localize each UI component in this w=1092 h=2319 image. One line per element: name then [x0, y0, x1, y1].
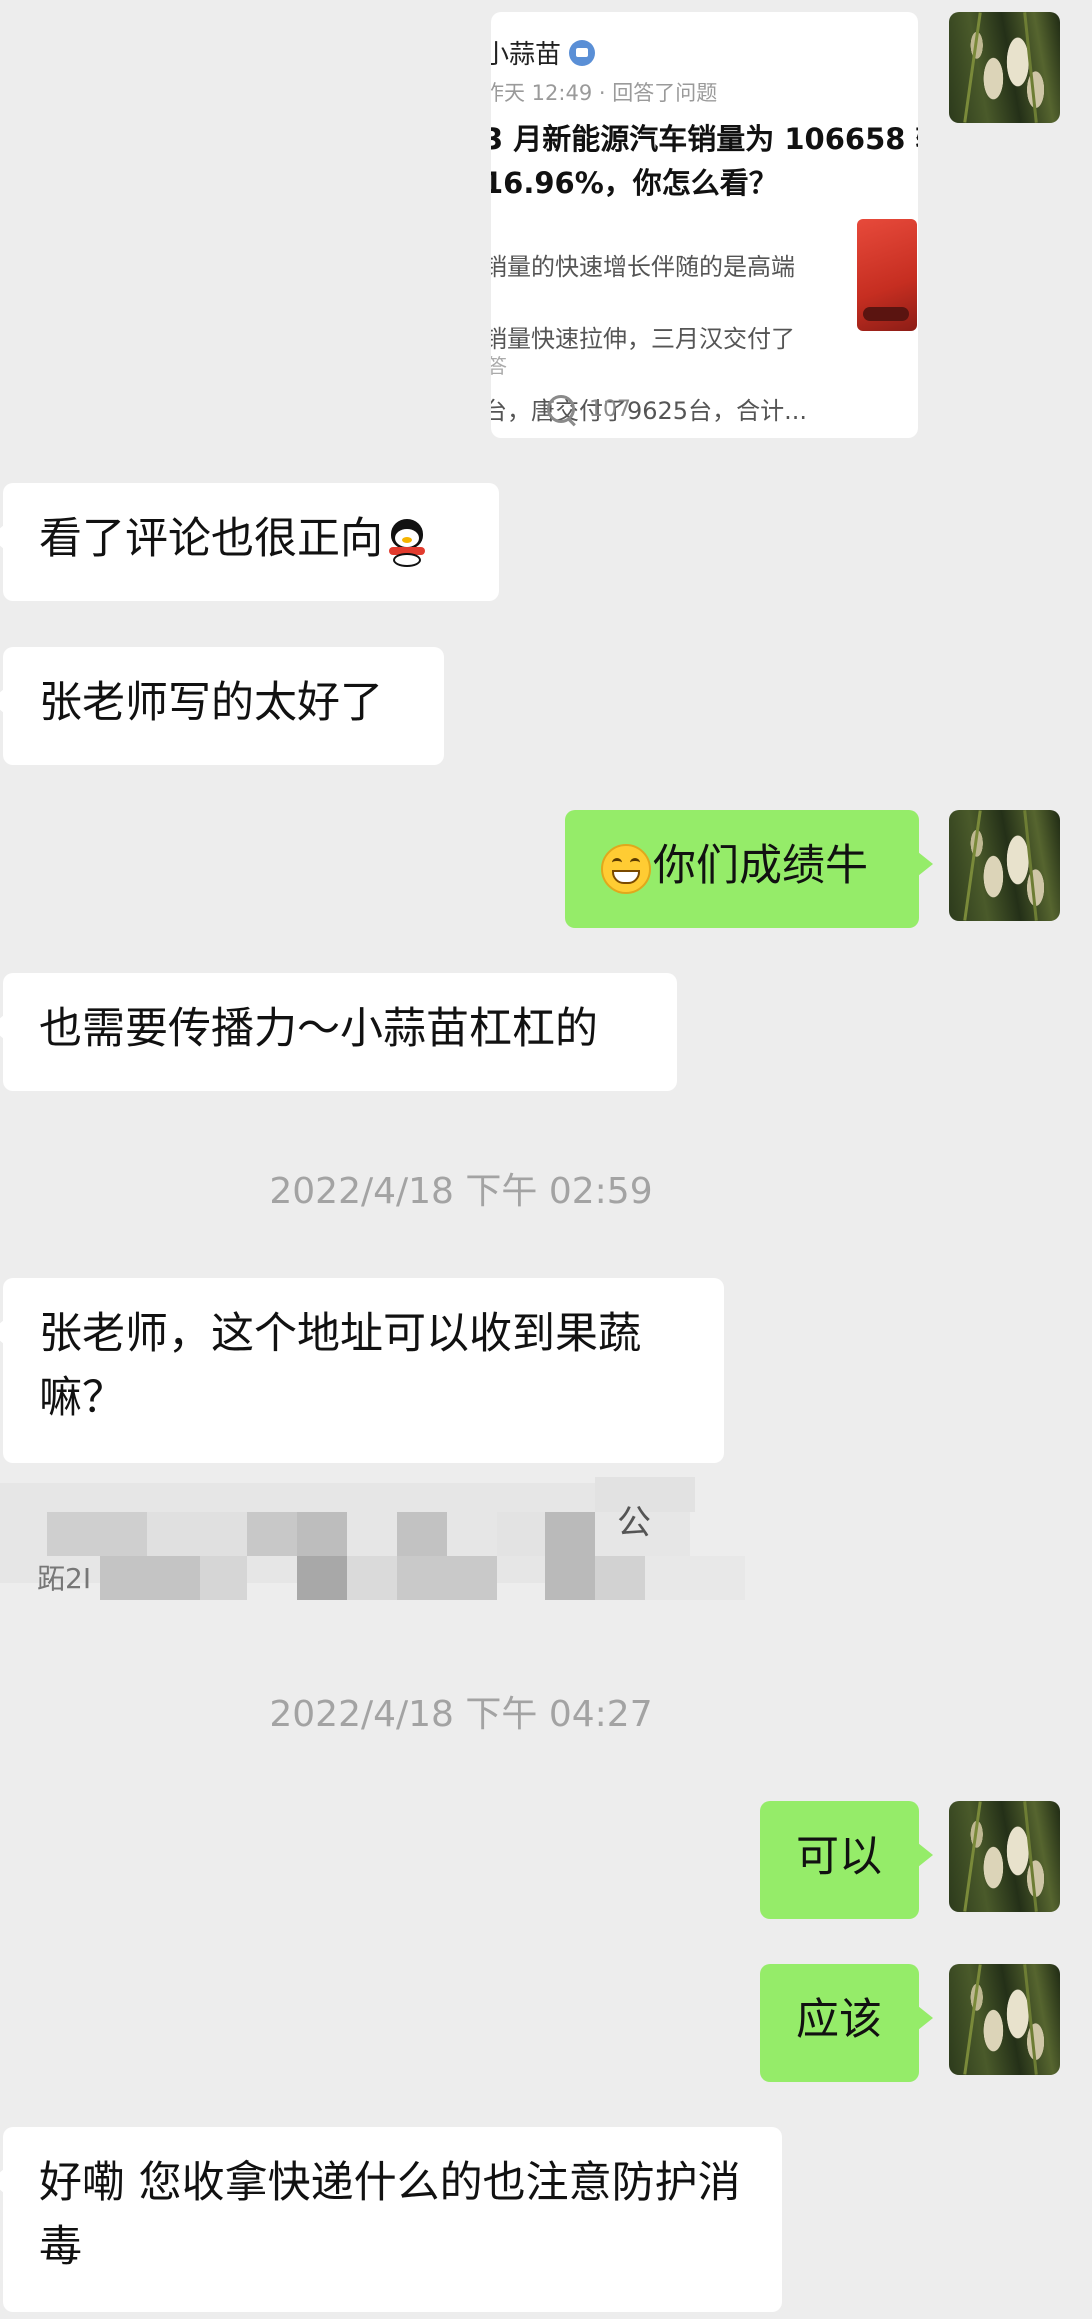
comment-icon: [547, 395, 575, 423]
pixelated-text: 跖2Ⅰ: [37, 1562, 92, 1595]
timestamp: 2022/4/18 下午 02:59: [269, 1171, 653, 1212]
pixelated-text: 公: [617, 1503, 651, 1543]
message-text: 你们成绩牛: [653, 841, 868, 891]
verified-icon: [569, 39, 596, 66]
message-bubble-received[interactable]: 看了评论也很正向: [0, 483, 499, 601]
message-text: 张老师，这个地址可以收到果蔬嘛？: [39, 1309, 641, 1423]
message-bubble-received[interactable]: 张老师，这个地址可以收到果蔬嘛？: [0, 1278, 724, 1463]
avatar[interactable]: [949, 1801, 1060, 1912]
timestamp: 2022/4/18 下午 04:27: [269, 1694, 653, 1735]
comment-count: 107: [589, 396, 631, 422]
card-meta: 昨天 12:49 · 回答了问题: [491, 81, 718, 105]
card-comment-count: 107: [547, 395, 631, 423]
message-bubble-sent[interactable]: 应该: [760, 1964, 933, 2082]
card-title-line: 3 月新能源汽车销量为 106658 辆: [491, 122, 918, 156]
avatar[interactable]: [949, 810, 1060, 921]
message-bubble-received[interactable]: 张老师写的太好了: [0, 647, 444, 765]
card-excerpt-line: 销量的快速增长伴随的是高端: [491, 253, 795, 281]
message-bubble-sent[interactable]: 你们成绩牛: [565, 810, 933, 928]
card-author-row: 小蒜苗: [491, 34, 918, 71]
card-tag: 答: [491, 354, 507, 378]
card-excerpt-line: 台，唐交付了9625台，合计...: [491, 397, 807, 425]
card-thumbnail: [857, 219, 917, 331]
card-title-line: 16.96%，你怎么看？: [491, 166, 778, 200]
card-author: 小蒜苗: [491, 40, 562, 70]
message-bubble-received[interactable]: 好嘞 您收拿快递什么的也注意防护消毒: [0, 2127, 782, 2312]
shared-article-card[interactable]: 小蒜苗 昨天 12:49 · 回答了问题 3 月新能源汽车销量为 106658 …: [491, 12, 918, 438]
avatar[interactable]: [949, 12, 1060, 123]
card-excerpt-line: 销量快速拉伸，三月汉交付了: [491, 325, 795, 353]
message-bubble-received[interactable]: 也需要传播力～小蒜苗杠杠的: [0, 973, 677, 1091]
message-text: 看了评论也很正向: [39, 514, 383, 564]
grin-emoji: [601, 843, 651, 894]
pixelated-message[interactable]: 公 跖2Ⅰ: [0, 1465, 745, 1615]
card-title: 3 月新能源汽车销量为 106658 辆 16.96%，你怎么看？: [491, 117, 918, 205]
avatar[interactable]: [949, 1964, 1060, 2075]
message-text: 张老师写的太好了: [39, 678, 383, 728]
card-excerpt: 销量的快速增长伴随的是高端 销量快速拉伸，三月汉交付了 台，唐交付了9625台，…: [491, 213, 843, 438]
message-text: 可以: [796, 1832, 882, 1882]
qq-penguin-emoji: [385, 517, 429, 567]
message-bubble-sent[interactable]: 可以: [760, 1801, 933, 1919]
message-text: 应该: [796, 1995, 882, 2045]
message-text: 好嘞 您收拿快递什么的也注意防护消毒: [39, 2158, 741, 2272]
message-text: 也需要传播力～小蒜苗杠杠的: [39, 1004, 598, 1054]
